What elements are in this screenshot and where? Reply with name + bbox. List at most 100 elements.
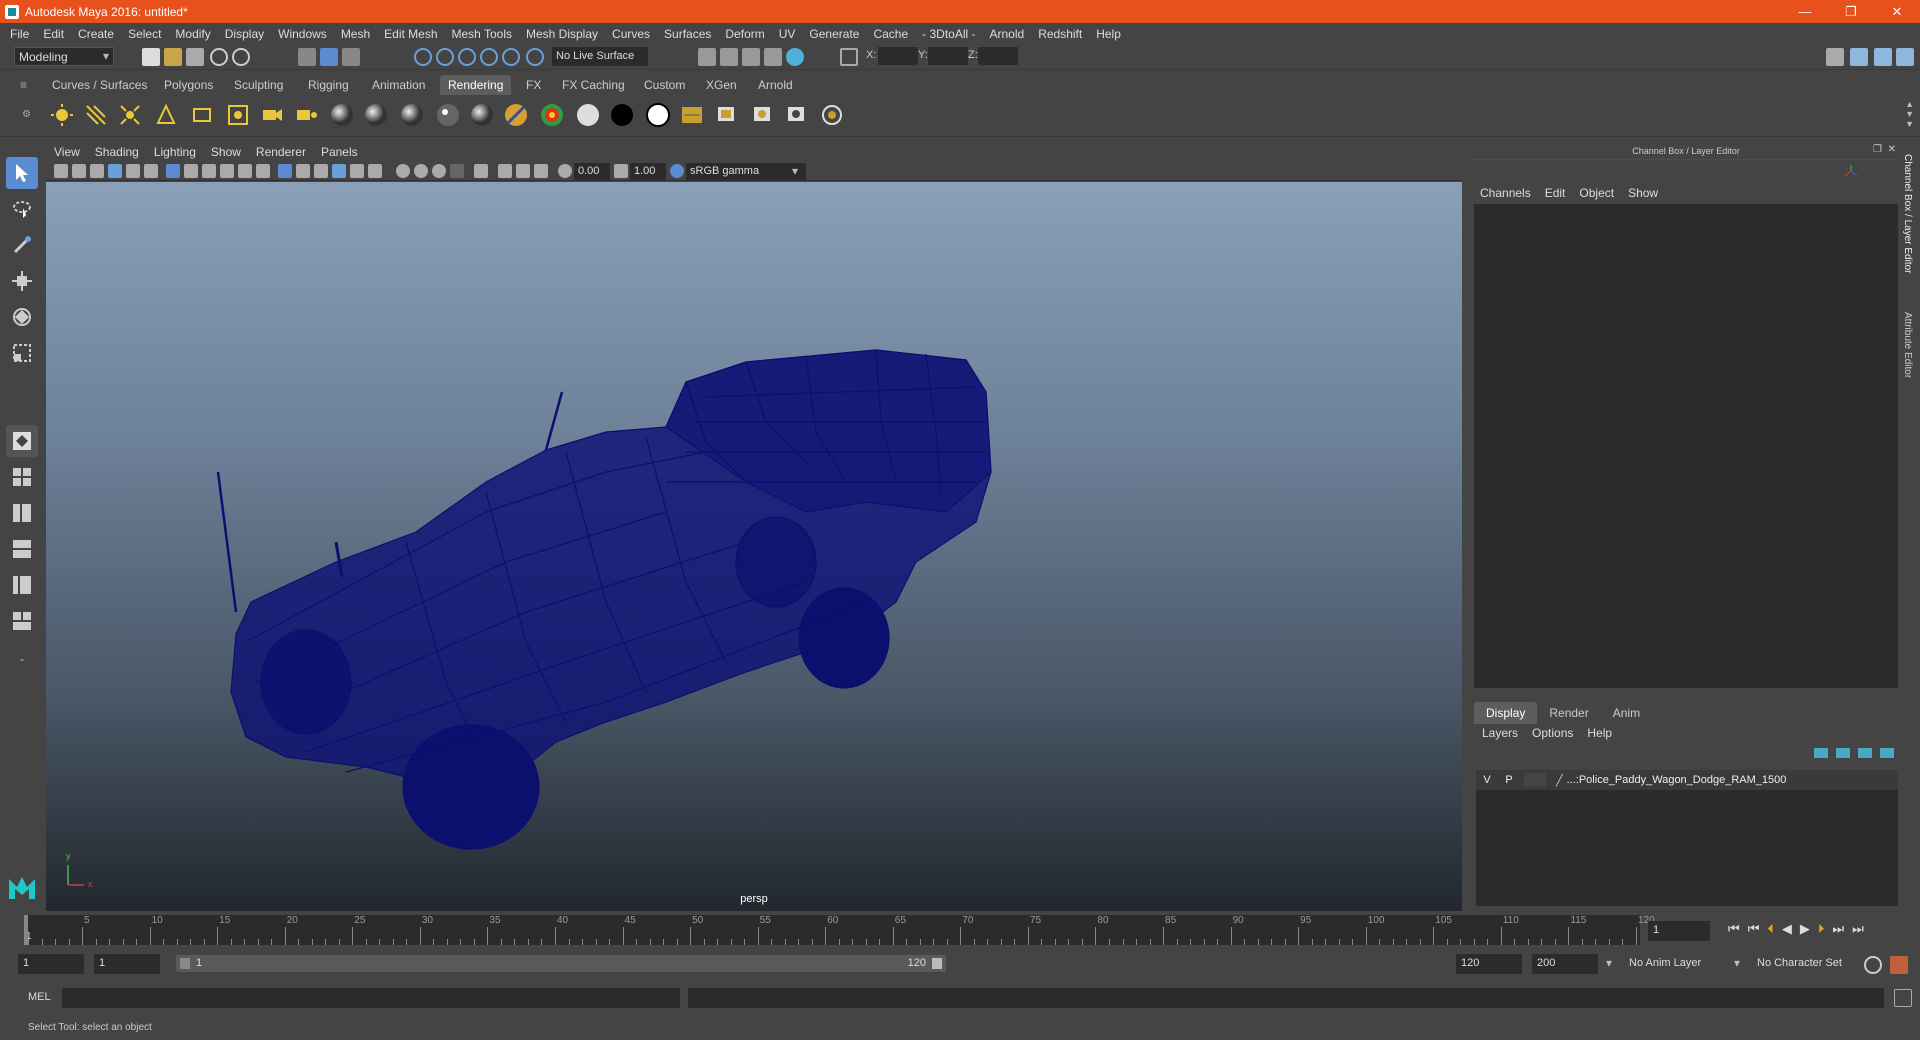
new-layer-selected-icon[interactable]: [1880, 748, 1894, 758]
layer-playback-toggle[interactable]: P: [1498, 774, 1520, 786]
go-to-end-icon[interactable]: ⏭: [1852, 921, 1864, 937]
panel-menu-lighting[interactable]: Lighting: [154, 145, 196, 159]
color-space-select[interactable]: sRGB gamma: [686, 163, 806, 180]
render-current-frame-icon[interactable]: [698, 48, 716, 66]
range-end-handle[interactable]: [932, 958, 942, 969]
tab-polygons[interactable]: Polygons: [156, 75, 221, 95]
textured-icon[interactable]: [332, 164, 346, 178]
surface-shader-icon[interactable]: [574, 101, 602, 129]
isolate-select-icon[interactable]: [474, 164, 488, 178]
scene-end-field[interactable]: 200: [1532, 954, 1598, 974]
toggle-attribute-editor-icon[interactable]: [1874, 48, 1892, 66]
anisotropic-material-icon[interactable]: [468, 101, 496, 129]
menu-uv[interactable]: UV: [779, 27, 796, 41]
batch-render-icon[interactable]: [818, 101, 846, 129]
ambient-light-icon[interactable]: [48, 101, 76, 129]
tab-sculpting[interactable]: Sculpting: [226, 75, 291, 95]
tab-curves-surfaces[interactable]: Curves / Surfaces: [44, 75, 155, 95]
layout-toggle-icon[interactable]: -: [6, 643, 38, 675]
tab-arnold[interactable]: Arnold: [750, 75, 801, 95]
redo-icon[interactable]: [232, 48, 250, 66]
mel-input[interactable]: [62, 988, 680, 1008]
side-tab-channel-box[interactable]: Channel Box / Layer Editor: [1902, 154, 1913, 274]
sign-in-icon[interactable]: [1826, 48, 1844, 66]
live-surface-field[interactable]: No Live Surface: [552, 47, 648, 66]
menu-redshift[interactable]: Redshift: [1038, 27, 1082, 41]
y-field[interactable]: [928, 47, 968, 65]
le-menu-help[interactable]: Help: [1587, 726, 1612, 740]
ambient-occlusion-icon[interactable]: [396, 164, 410, 178]
transform-mode-icon[interactable]: [840, 48, 858, 66]
two-d-pan-zoom-icon[interactable]: [126, 164, 140, 178]
ramp-shader-icon[interactable]: [538, 101, 566, 129]
menu-surfaces[interactable]: Surfaces: [664, 27, 711, 41]
persp-graph-layout-icon[interactable]: [6, 533, 38, 565]
anim-layer-dropdown-icon[interactable]: ▾: [1606, 956, 1612, 970]
color-management-icon[interactable]: [670, 164, 684, 178]
grid-toggle-icon[interactable]: [166, 164, 180, 178]
shelf-menu-icon[interactable]: ≡: [20, 78, 27, 92]
image-plane-icon[interactable]: [108, 164, 122, 178]
layer-name[interactable]: ...:Police_Paddy_Wagon_Dodge_RAM_1500: [1567, 774, 1787, 786]
le-menu-options[interactable]: Options: [1532, 726, 1573, 740]
auto-key-icon[interactable]: [1864, 956, 1882, 974]
field-chart-icon[interactable]: [238, 164, 252, 178]
toggle-channel-box-icon[interactable]: [1896, 48, 1914, 66]
step-back-key-icon[interactable]: ⏮: [1748, 921, 1760, 937]
camera-icon[interactable]: [258, 101, 286, 129]
four-view-layout-icon[interactable]: [6, 461, 38, 493]
new-empty-layer-icon[interactable]: [1858, 748, 1872, 758]
layer-row[interactable]: V P ╱ ...:Police_Paddy_Wagon_Dodge_RAM_1…: [1476, 770, 1898, 790]
anim-layer-select[interactable]: No Anim Layer: [1624, 954, 1724, 974]
snap-curve-icon[interactable]: [436, 48, 454, 66]
menu-3dtoall[interactable]: - 3DtoAll -: [922, 27, 975, 41]
layer-edit-icon[interactable]: ╱: [1556, 774, 1563, 787]
select-by-object-icon[interactable]: [320, 48, 338, 66]
x-field[interactable]: [878, 47, 918, 65]
panel-menu-shading[interactable]: Shading: [95, 145, 139, 159]
film-gate-icon[interactable]: [184, 164, 198, 178]
camera-attributes-icon[interactable]: [72, 164, 86, 178]
shelf-scroll-icon[interactable]: ▲ ▼ ▼: [1905, 99, 1914, 129]
scene-start-field[interactable]: 1: [18, 954, 84, 974]
hypershade-icon[interactable]: [764, 48, 782, 66]
snap-live-icon[interactable]: [502, 48, 520, 66]
default-material-icon[interactable]: [314, 164, 328, 178]
step-forward-key-icon[interactable]: ⏭: [1832, 921, 1844, 937]
exposure-field[interactable]: 0.00: [574, 163, 610, 180]
step-forward-frame-icon[interactable]: ⏵: [1818, 921, 1825, 937]
safe-action-icon[interactable]: [256, 164, 270, 178]
layered-shader-icon[interactable]: [502, 101, 530, 129]
volume-light-icon[interactable]: [224, 101, 252, 129]
tab-render[interactable]: Render: [1537, 702, 1600, 724]
blinn-material-icon[interactable]: [328, 101, 356, 129]
anti-aliasing-icon[interactable]: [432, 164, 446, 178]
panel-menu-show[interactable]: Show: [211, 145, 241, 159]
persp-hypershade-layout-icon[interactable]: [6, 569, 38, 601]
tab-xgen[interactable]: XGen: [698, 75, 745, 95]
tab-fx[interactable]: FX: [518, 75, 549, 95]
tab-rigging[interactable]: Rigging: [300, 75, 357, 95]
save-scene-icon[interactable]: [186, 48, 204, 66]
mel-label[interactable]: MEL: [28, 991, 51, 1003]
panel-menu-view[interactable]: View: [54, 145, 80, 159]
grease-pencil-icon[interactable]: [144, 164, 158, 178]
render-view-icon[interactable]: [786, 48, 804, 66]
bookmark-icon[interactable]: [90, 164, 104, 178]
current-frame-field[interactable]: 1: [1648, 921, 1710, 941]
select-by-hierarchy-icon[interactable]: [298, 48, 316, 66]
step-back-frame-icon[interactable]: ⏴: [1767, 921, 1774, 937]
snap-point-icon[interactable]: [458, 48, 476, 66]
lasso-tool-icon[interactable]: [6, 193, 38, 225]
play-forwards-icon[interactable]: ▶: [1800, 921, 1810, 937]
maximize-button[interactable]: ❐: [1828, 0, 1874, 23]
use-all-lights-icon[interactable]: [350, 164, 364, 178]
panel-menu-panels[interactable]: Panels: [321, 145, 358, 159]
motion-blur-icon[interactable]: [414, 164, 428, 178]
character-set-dropdown-icon[interactable]: ▾: [1734, 956, 1740, 970]
cb-menu-edit[interactable]: Edit: [1545, 186, 1566, 200]
snap-view-plane-icon[interactable]: [480, 48, 498, 66]
directional-light-icon[interactable]: [82, 101, 110, 129]
menu-file[interactable]: File: [10, 27, 29, 41]
select-tool-icon[interactable]: [6, 157, 38, 189]
